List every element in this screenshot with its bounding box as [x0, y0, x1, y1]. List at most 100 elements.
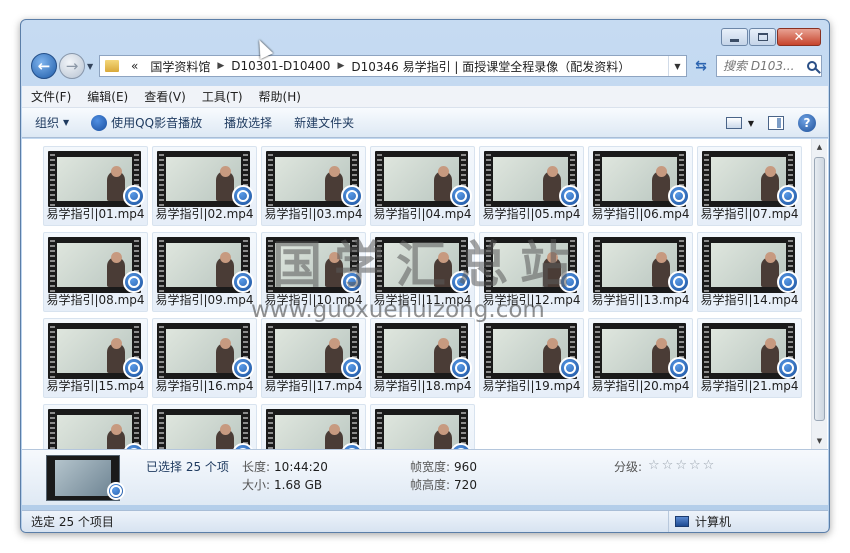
organize-button[interactable]: 组织 ▼ — [35, 114, 69, 131]
menu-view[interactable]: 查看(V) — [144, 88, 186, 105]
qq-video-badge-icon — [123, 357, 145, 379]
scrollbar-thumb[interactable] — [814, 157, 825, 421]
file-name: 易学指引|09.mp4 — [155, 293, 254, 307]
presenter-head — [111, 252, 122, 263]
file-grid: 易学指引|01.mp4 易学指引|02.mp4 易学指引|03.mp4 易学指引|04… — [43, 146, 802, 449]
file-item[interactable]: 易学指引|23.mp4 — [152, 404, 257, 449]
qq-video-badge-icon — [450, 271, 472, 293]
file-item[interactable]: 易学指引|11.mp4 — [370, 232, 475, 312]
file-item[interactable]: 易学指引|17.mp4 — [261, 318, 366, 398]
file-item[interactable]: 易学指引|18.mp4 — [370, 318, 475, 398]
file-item[interactable]: 易学指引|12.mp4 — [479, 232, 584, 312]
film-strip — [50, 409, 55, 449]
file-item[interactable]: 易学指引|22.mp4 — [43, 404, 148, 449]
search-icon[interactable] — [807, 61, 817, 71]
file-item[interactable]: 易学指引|06.mp4 — [588, 146, 693, 226]
frame-height-field: 帧高度: 720 — [410, 476, 477, 493]
file-item[interactable]: 易学指引|07.mp4 — [697, 146, 802, 226]
size-field: 大小: 1.68 GB — [242, 476, 322, 493]
file-name: 易学指引|06.mp4 — [591, 207, 690, 221]
file-item[interactable]: 易学指引|04.mp4 — [370, 146, 475, 226]
computer-icon — [675, 516, 689, 527]
presenter-head — [220, 338, 231, 349]
address-overflow[interactable]: « — [125, 59, 144, 73]
refresh-button[interactable]: ⇆ — [690, 55, 712, 77]
back-button[interactable]: ← — [31, 53, 57, 79]
film-strip — [486, 151, 491, 207]
scroll-down-button[interactable]: ▼ — [812, 433, 827, 449]
chevron-right-icon[interactable]: ▶ — [336, 61, 345, 71]
chevron-down-icon: ▼ — [674, 61, 681, 71]
file-item[interactable]: 易学指引|13.mp4 — [588, 232, 693, 312]
menu-edit[interactable]: 编辑(E) — [87, 88, 128, 105]
file-item[interactable]: 易学指引|25.mp4 — [370, 404, 475, 449]
file-item[interactable]: 易学指引|10.mp4 — [261, 232, 366, 312]
file-item[interactable]: 易学指引|02.mp4 — [152, 146, 257, 226]
arrow-left-icon: ← — [37, 57, 51, 75]
breadcrumb-segment-1[interactable]: 国学资料馆 — [144, 58, 216, 75]
recent-pages-dropdown[interactable]: ▼ — [87, 62, 93, 71]
file-name: 易学指引|10.mp4 — [264, 293, 363, 307]
film-strip — [377, 323, 382, 379]
preview-pane-button[interactable] — [768, 116, 784, 130]
play-with-qq-button[interactable]: 使用QQ影音播放 — [91, 114, 202, 131]
star-icon[interactable]: ☆ — [662, 458, 674, 473]
caption-buttons: ✕ — [721, 28, 821, 46]
menu-tools[interactable]: 工具(T) — [202, 88, 243, 105]
search-input[interactable] — [723, 59, 803, 73]
film-strip — [50, 237, 55, 293]
vertical-scrollbar[interactable]: ▲ ▼ — [811, 139, 827, 449]
file-item[interactable]: 易学指引|08.mp4 — [43, 232, 148, 312]
video-thumbnail — [157, 409, 250, 449]
film-strip — [159, 409, 164, 449]
file-item[interactable]: 易学指引|16.mp4 — [152, 318, 257, 398]
film-strip — [50, 323, 55, 379]
file-item[interactable]: 易学指引|19.mp4 — [479, 318, 584, 398]
star-icon[interactable]: ☆ — [689, 458, 701, 473]
frame-width-value: 960 — [454, 460, 477, 474]
file-name: 易学指引|15.mp4 — [46, 379, 145, 393]
search-box[interactable] — [716, 55, 822, 77]
address-dropdown-button[interactable]: ▼ — [668, 56, 686, 76]
menu-file[interactable]: 文件(F) — [31, 88, 71, 105]
play-selection-button[interactable]: 播放选择 — [224, 114, 272, 131]
maximize-icon — [757, 33, 768, 41]
film-strip — [704, 151, 709, 207]
file-name: 易学指引|21.mp4 — [700, 379, 799, 393]
menu-bar: 文件(F) 编辑(E) 查看(V) 工具(T) 帮助(H) — [22, 86, 828, 108]
minimize-button[interactable] — [721, 28, 748, 46]
file-item[interactable]: 易学指引|15.mp4 — [43, 318, 148, 398]
file-item[interactable]: 易学指引|03.mp4 — [261, 146, 366, 226]
breadcrumb-segment-2[interactable]: D10301-D10400 — [225, 59, 336, 73]
chevron-right-icon[interactable]: ▶ — [216, 61, 225, 71]
star-icon[interactable]: ☆ — [648, 458, 660, 473]
presenter-head — [329, 424, 340, 435]
maximize-button[interactable] — [749, 28, 776, 46]
file-item[interactable]: 易学指引|09.mp4 — [152, 232, 257, 312]
rating-stars[interactable]: ☆ ☆ ☆ ☆ ☆ — [648, 458, 714, 473]
minimize-icon — [730, 38, 739, 42]
file-item[interactable]: 易学指引|14.mp4 — [697, 232, 802, 312]
help-button[interactable]: ? — [798, 114, 816, 132]
star-icon[interactable]: ☆ — [703, 458, 715, 473]
presenter-head — [438, 424, 449, 435]
address-bar[interactable]: « 国学资料馆 ▶ D10301-D10400 ▶ D10346 易学指引 | … — [99, 55, 687, 77]
file-item[interactable]: 易学指引|24.mp4 — [261, 404, 366, 449]
change-view-button[interactable]: ▼ — [725, 117, 754, 129]
file-name: 易学指引|12.mp4 — [482, 293, 581, 307]
film-strip — [595, 323, 600, 379]
presenter-head — [220, 166, 231, 177]
menu-help[interactable]: 帮助(H) — [259, 88, 301, 105]
breadcrumb-segment-3[interactable]: D10346 易学指引 | 面授课堂全程录像（配发资料） — [345, 58, 636, 75]
forward-button[interactable]: → — [59, 53, 85, 79]
close-button[interactable]: ✕ — [777, 28, 821, 46]
file-item[interactable]: 易学指引|21.mp4 — [697, 318, 802, 398]
file-list[interactable]: 易学指引|01.mp4 易学指引|02.mp4 易学指引|03.mp4 易学指引|04… — [22, 139, 828, 449]
star-icon[interactable]: ☆ — [675, 458, 687, 473]
scroll-up-button[interactable]: ▲ — [812, 139, 827, 155]
file-item[interactable]: 易学指引|05.mp4 — [479, 146, 584, 226]
file-item[interactable]: 易学指引|01.mp4 — [43, 146, 148, 226]
file-item[interactable]: 易学指引|20.mp4 — [588, 318, 693, 398]
presenter-head — [765, 338, 776, 349]
new-folder-button[interactable]: 新建文件夹 — [294, 114, 354, 131]
